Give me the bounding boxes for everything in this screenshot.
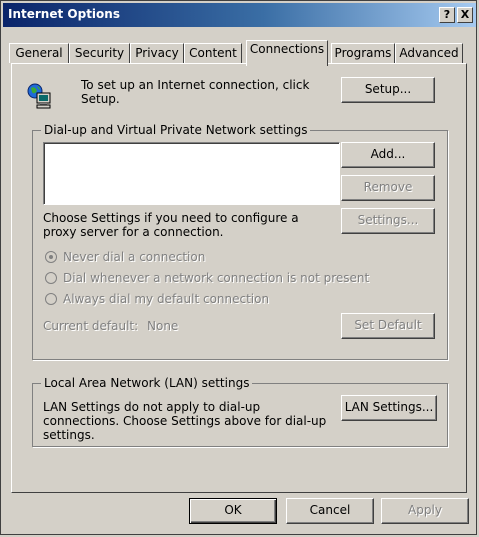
help-button[interactable]: ? [439,7,455,23]
lan-group-label: Local Area Network (LAN) settings [41,376,253,390]
lan-settings-button[interactable]: LAN Settings... [341,395,437,421]
tab-advanced[interactable]: Advanced [395,43,463,63]
apply-button[interactable]: Apply [381,498,469,524]
close-button[interactable]: X [457,7,473,23]
tab-security[interactable]: Security [69,43,130,63]
settings-button[interactable]: Settings... [341,208,435,234]
tab-content[interactable]: Content [184,43,242,63]
radio-dial-whenever[interactable] [45,272,57,284]
title-bar[interactable]: Internet Options ? X [3,3,476,27]
add-button[interactable]: Add... [341,142,435,168]
lan-instructions: LAN Settings do not apply to dial-up con… [43,400,327,442]
internet-options-window: Internet Options ? X General Security Pr… [0,0,477,535]
cancel-button[interactable]: Cancel [286,498,374,524]
radio-always-dial[interactable] [45,293,57,305]
radio-dial-whenever-label: Dial whenever a network connection is no… [63,271,370,285]
set-default-button[interactable]: Set Default [341,313,435,339]
current-default-label: Current default: [43,319,139,333]
ok-button[interactable]: OK [189,498,277,524]
tab-general[interactable]: General [9,43,69,63]
remove-button[interactable]: Remove [341,175,435,201]
radio-always-dial-label: Always dial my default connection [63,292,270,306]
radio-never-dial-label: Never dial a connection [63,250,206,264]
window-title: Internet Options [8,7,120,21]
current-default-value: None [147,319,179,333]
radio-never-dial[interactable] [45,251,57,263]
tab-connections[interactable]: Connections [246,40,328,66]
setup-instructions: To set up an Internet connection, click … [81,78,310,106]
network-connection-icon [27,83,51,109]
tab-privacy[interactable]: Privacy [130,43,184,63]
dialup-group-label: Dial-up and Virtual Private Network sett… [41,123,311,137]
proxy-instructions: Choose Settings if you need to configure… [43,211,299,239]
setup-button[interactable]: Setup... [341,77,435,103]
tab-programs[interactable]: Programs [331,43,395,63]
connections-list[interactable] [43,142,340,205]
